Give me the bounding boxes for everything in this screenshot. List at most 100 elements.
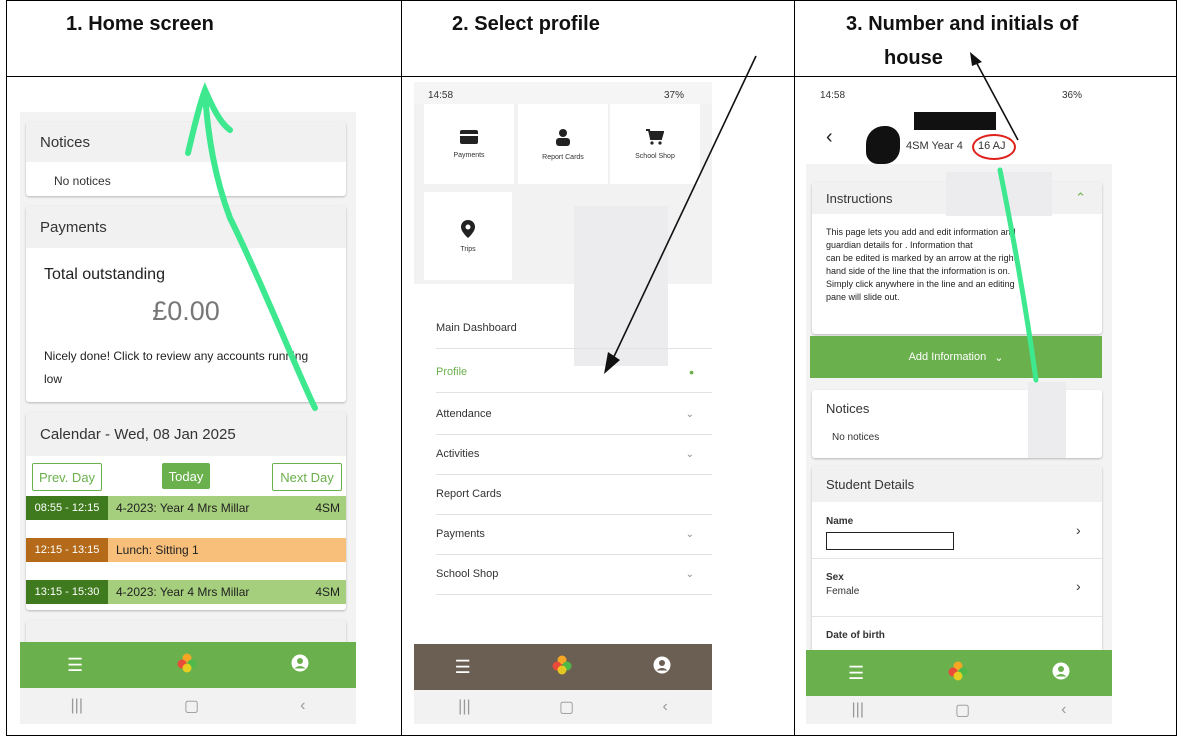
add-information-button[interactable]: Add Information ⌄ bbox=[810, 336, 1102, 378]
menu-item-label: School Shop bbox=[436, 568, 499, 580]
redaction-block bbox=[1028, 382, 1066, 458]
instructions-line: This page lets you add and edit informat… bbox=[826, 227, 1016, 237]
profile-screen: 14:58 36% ‹ 4SM Year 4 16 AJ Instruction… bbox=[806, 82, 1112, 724]
instructions-line: guardian details for . Information that bbox=[826, 240, 973, 250]
annotation-arrow bbox=[997, 167, 1039, 383]
home-nav-icon[interactable]: ▢ bbox=[955, 700, 970, 720]
lesson-time: 13:15 - 15:30 bbox=[26, 580, 108, 604]
menu-item-label: Report Cards bbox=[436, 488, 502, 500]
lesson-name: 4-2023: Year 4 Mrs Millar bbox=[116, 585, 250, 599]
account-icon[interactable] bbox=[1052, 662, 1070, 685]
detail-row-sex[interactable]: Sex Female › bbox=[812, 558, 1102, 617]
person-icon bbox=[554, 128, 572, 148]
chevron-up-icon[interactable]: ⌃ bbox=[1075, 190, 1102, 206]
chevron-down-icon: ⌄ bbox=[685, 448, 694, 460]
instructions-text: This page lets you add and edit informat… bbox=[826, 226, 1016, 304]
lesson-row[interactable]: 13:15 - 15:30 4-2023: Year 4 Mrs Millar … bbox=[26, 580, 346, 604]
chevron-down-icon: ⌄ bbox=[685, 408, 694, 420]
home-nav-icon[interactable]: ▢ bbox=[559, 697, 574, 717]
annotation-arrow bbox=[185, 82, 318, 411]
calendar-card: Calendar - Wed, 08 Jan 2025 Prev. Day To… bbox=[26, 412, 346, 610]
account-icon[interactable] bbox=[653, 656, 671, 679]
menu-item-report-cards[interactable]: Report Cards bbox=[436, 474, 712, 515]
lesson-time: 08:55 - 12:15 bbox=[26, 496, 108, 520]
chevron-down-icon: ⌄ bbox=[685, 568, 694, 580]
status-time: 14:58 bbox=[428, 90, 454, 101]
column-heading-profile: 2. Select profile bbox=[452, 13, 600, 35]
recent-apps-icon[interactable]: ||| bbox=[71, 697, 83, 715]
lesson-code: 4SM bbox=[315, 501, 340, 515]
menu-item-attendance[interactable]: Attendance ⌄ bbox=[436, 394, 712, 435]
hamburger-icon[interactable]: ☰ bbox=[67, 655, 83, 676]
menu-item-label: Activities bbox=[436, 448, 480, 460]
instructions-title: Instructions bbox=[826, 190, 893, 206]
lesson-time: 12:15 - 13:15 bbox=[26, 538, 108, 562]
column-divider bbox=[401, 0, 402, 736]
lesson-name: 4-2023: Year 4 Mrs Millar bbox=[116, 501, 250, 515]
clover-logo-icon[interactable] bbox=[552, 655, 572, 680]
status-time: 14:58 bbox=[820, 90, 846, 101]
instructions-line: Simply click anywhere in the line and an… bbox=[826, 279, 1015, 289]
hamburger-icon[interactable]: ☰ bbox=[848, 663, 864, 684]
back-nav-icon[interactable]: ‹ bbox=[1061, 701, 1066, 719]
tile-label: Report Cards bbox=[542, 153, 584, 161]
bottom-app-bar: ☰ bbox=[20, 642, 356, 688]
lesson-row[interactable]: 08:55 - 12:15 4-2023: Year 4 Mrs Millar … bbox=[26, 496, 346, 520]
android-nav-bar: ||| ▢ ‹ bbox=[20, 688, 356, 724]
bottom-app-bar: ☰ bbox=[806, 650, 1112, 696]
name-value-redacted bbox=[826, 532, 954, 550]
avatar bbox=[866, 126, 900, 164]
tile-trips[interactable]: Trips bbox=[424, 192, 512, 280]
menu-item-label: Profile bbox=[436, 366, 468, 378]
next-day-button[interactable]: Next Day bbox=[272, 463, 342, 491]
column-heading-home: 1. Home screen bbox=[66, 13, 214, 35]
chevron-down-icon: ⌄ bbox=[685, 528, 694, 540]
tile-label: Payments bbox=[453, 151, 485, 159]
lesson-code: 4SM bbox=[315, 585, 340, 599]
menu-item-label: Payments bbox=[436, 528, 485, 540]
chevron-right-icon: › bbox=[1076, 578, 1081, 594]
tile-payments[interactable]: Payments bbox=[424, 104, 514, 184]
android-nav-bar: ||| ▢ ‹ bbox=[414, 690, 712, 724]
back-nav-icon[interactable]: ‹ bbox=[662, 698, 667, 716]
menu-item-payments[interactable]: Payments ⌄ bbox=[436, 514, 712, 555]
card-icon bbox=[460, 129, 478, 146]
menu-item-label: Main Dashboard bbox=[436, 322, 517, 334]
detail-row-name[interactable]: Name › bbox=[812, 502, 1102, 559]
menu-item-school-shop[interactable]: School Shop ⌄ bbox=[436, 554, 712, 595]
instructions-line: pane will slide out. bbox=[826, 292, 900, 302]
recent-apps-icon[interactable]: ||| bbox=[458, 698, 470, 716]
lesson-name: Lunch: Sitting 1 bbox=[116, 543, 199, 557]
menu-item-activities[interactable]: Activities ⌄ bbox=[436, 434, 712, 475]
hamburger-icon[interactable]: ☰ bbox=[455, 657, 471, 678]
clover-logo-icon[interactable] bbox=[948, 661, 968, 686]
annotation-arrow bbox=[970, 52, 1019, 141]
bottom-app-bar: ☰ bbox=[414, 644, 712, 690]
home-nav-icon[interactable]: ▢ bbox=[184, 696, 199, 716]
student-details-card: Student Details Name › Sex Female › Date… bbox=[812, 466, 1102, 666]
sex-label: Sex bbox=[826, 572, 844, 583]
tile-label: Trips bbox=[460, 245, 476, 253]
annotation-arrow bbox=[604, 55, 757, 374]
clover-logo-icon[interactable] bbox=[177, 653, 197, 678]
location-pin-icon bbox=[461, 219, 475, 240]
name-label: Name bbox=[826, 516, 854, 527]
student-subtitle: 4SM Year 4 bbox=[906, 140, 963, 152]
account-icon[interactable] bbox=[291, 654, 309, 677]
column-heading-house: 3. Number and initials of bbox=[846, 13, 1079, 35]
today-button[interactable]: Today bbox=[162, 463, 210, 489]
total-outstanding-label: Total outstanding bbox=[44, 266, 165, 283]
back-nav-icon[interactable]: ‹ bbox=[300, 697, 305, 715]
payments-message-line2: low bbox=[44, 372, 63, 386]
android-nav-bar: ||| ▢ ‹ bbox=[806, 696, 1112, 724]
column-heading-house-line2: house bbox=[884, 47, 943, 69]
recent-apps-icon[interactable]: ||| bbox=[852, 701, 864, 719]
student-details-title: Student Details bbox=[812, 466, 1102, 502]
calendar-title: Calendar - Wed, 08 Jan 2025 bbox=[26, 412, 346, 456]
instructions-line: can be edited is marked by an arrow at t… bbox=[826, 253, 1017, 263]
menu-item-label: Attendance bbox=[436, 408, 492, 420]
back-arrow-icon[interactable]: ‹ bbox=[826, 126, 833, 149]
prev-day-button[interactable]: Prev. Day bbox=[32, 463, 102, 491]
lesson-row[interactable]: 12:15 - 13:15 Lunch: Sitting 1 bbox=[26, 538, 346, 562]
instructions-line: hand side of the line that the informati… bbox=[826, 266, 1011, 276]
